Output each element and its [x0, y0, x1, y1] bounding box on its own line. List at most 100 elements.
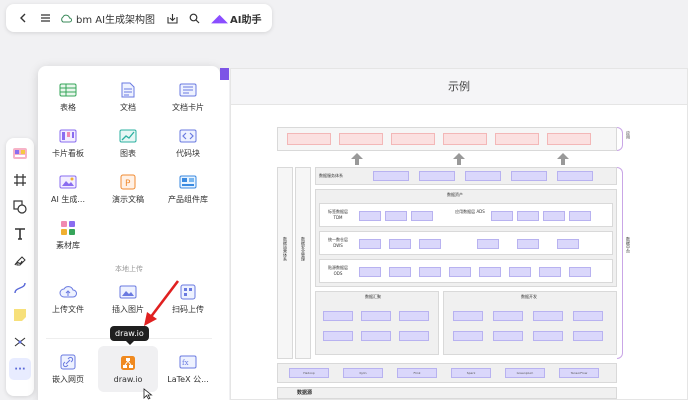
- insert-drawio-label: draw.io: [113, 374, 143, 384]
- insert-table-label: 表格: [60, 102, 76, 112]
- diagram-dev-item: [573, 311, 603, 321]
- diagram-dev-item: [493, 331, 523, 341]
- diagram-asset-item: [569, 267, 591, 277]
- insert-slides[interactable]: P 演示文稿: [98, 166, 158, 212]
- more-tools-button[interactable]: ···: [9, 358, 31, 380]
- drawio-icon: [121, 355, 135, 370]
- upload-file[interactable]: 上传文件: [38, 276, 98, 322]
- diagram-development: [443, 291, 617, 355]
- search-icon: [189, 13, 199, 23]
- search-button[interactable]: [183, 7, 205, 29]
- connector-icon: [14, 282, 26, 294]
- back-button[interactable]: [12, 7, 34, 29]
- text-tool[interactable]: [9, 223, 31, 245]
- diagram-agg-item: [323, 331, 353, 341]
- download-icon: [167, 13, 178, 24]
- diagram-ods-label: 贴源数据层 ODS: [328, 265, 348, 276]
- diagram-asset-item: [477, 239, 499, 249]
- canvas-document[interactable]: 示例 应用 数据运营体系 数据安全管理 数据服务体系 数据资产 标签数据层 TD…: [230, 68, 688, 400]
- insert-latex[interactable]: fx LaTeX 公...: [158, 346, 218, 392]
- diagram-tool-spark: Spark: [451, 368, 491, 378]
- frame-tool[interactable]: [9, 169, 31, 191]
- insert-doc-card-label: 文档卡片: [172, 102, 204, 112]
- diagram-tool-tensorflow: TensorFlow: [559, 368, 599, 378]
- image-icon: [119, 285, 137, 298]
- diagram-ads-label: 应用数据层 ADS: [455, 209, 485, 214]
- material-icon: [61, 220, 75, 235]
- diagram-tool-kylin: Kylin: [343, 368, 383, 378]
- slides-icon: P: [120, 174, 136, 189]
- document-title[interactable]: bm AI生成架构图: [60, 11, 155, 26]
- diagram-security-column: [295, 167, 311, 359]
- insert-drawio[interactable]: draw.io: [98, 346, 158, 392]
- diagram-asset-item: [479, 267, 501, 277]
- chart-icon: [119, 129, 137, 142]
- sticky-note-tool[interactable]: [9, 304, 31, 326]
- download-button[interactable]: [161, 7, 183, 29]
- insert-doc-card[interactable]: 文档卡片: [158, 74, 218, 120]
- doc-icon: [121, 82, 135, 97]
- diagram-service-label: 数据服务体系: [319, 173, 343, 178]
- insert-ai-image[interactable]: AI 生成...: [38, 166, 98, 212]
- diagram-arrow-up-icon: [557, 153, 569, 165]
- insert-chart[interactable]: 图表: [98, 120, 158, 166]
- diagram-tool-greenplum: Greenplum: [505, 368, 545, 378]
- frame-icon: [14, 174, 26, 186]
- diagram-asset-item: [557, 239, 579, 249]
- drawio-tooltip: draw.io: [110, 326, 149, 345]
- cloud-sync-icon: [61, 14, 72, 22]
- diagram-aggregation: [315, 291, 439, 355]
- insert-table[interactable]: 表格: [38, 74, 98, 120]
- mindmap-tool[interactable]: [9, 331, 31, 353]
- top-toolbar: bm AI生成架构图 ◢◣ AI助手: [6, 4, 272, 32]
- insert-code-block[interactable]: 代码块: [158, 120, 218, 166]
- menu-icon: [40, 14, 50, 22]
- upload-cloud-icon: [59, 285, 77, 297]
- embed-webpage[interactable]: 嵌入网页: [38, 346, 98, 392]
- diagram-agg-item: [399, 331, 429, 341]
- upload-file-label: 上传文件: [52, 304, 84, 314]
- diagram-asset-item: [359, 267, 381, 277]
- insert-latex-label: LaTeX 公...: [167, 374, 209, 384]
- diagram-ops-label: 数据运营体系: [283, 237, 288, 261]
- insert-material[interactable]: 素材库: [38, 212, 98, 258]
- diagram-asset-item: [509, 267, 531, 277]
- diagram-service-item: [465, 171, 501, 181]
- insert-doc-label: 文档: [120, 102, 136, 112]
- pen-tool[interactable]: [9, 250, 31, 272]
- diagram-asset-item: [389, 239, 411, 249]
- template-tool[interactable]: [9, 142, 31, 164]
- shape-tool[interactable]: [9, 196, 31, 218]
- diagram-asset-item: [359, 239, 381, 249]
- menu-button[interactable]: [34, 7, 56, 29]
- canvas-title: 示例: [231, 69, 687, 105]
- diagram-ops-column: [277, 167, 293, 359]
- insert-doc[interactable]: 文档: [98, 74, 158, 120]
- qr-icon: [180, 284, 196, 299]
- insert-component-lib[interactable]: 产品组件库: [158, 166, 218, 212]
- diagram-development-label: 数据开发: [521, 294, 537, 299]
- svg-text:P: P: [125, 179, 131, 189]
- connector-tool[interactable]: [9, 277, 31, 299]
- diagram-agg-item: [361, 331, 391, 341]
- diagram-service-item: [557, 171, 593, 181]
- ai-assistant-button[interactable]: ◢◣ AI助手: [211, 11, 261, 26]
- diagram-asset-item: [517, 211, 539, 221]
- diagram-asset-item: [419, 239, 441, 249]
- diagram-app-item: [339, 133, 383, 145]
- link-icon: [60, 354, 76, 369]
- diagram-agg-item: [361, 311, 391, 321]
- insert-kanban[interactable]: 卡片看板: [38, 120, 98, 166]
- insert-material-label: 素材库: [56, 240, 80, 250]
- diagram-asset-item: [517, 239, 539, 249]
- diagram-asset-item: [419, 267, 441, 277]
- diagram-dev-item: [453, 331, 483, 341]
- diagram-asset-label: 数据资产: [447, 192, 463, 197]
- architecture-diagram[interactable]: 应用 数据运营体系 数据安全管理 数据服务体系 数据资产 标签数据层 TDM 应…: [277, 127, 631, 399]
- mouse-cursor-icon: [143, 388, 153, 400]
- latex-icon: fx: [179, 355, 197, 368]
- diagram-source-label: 数据源: [297, 390, 313, 396]
- insert-code-block-label: 代码块: [176, 148, 200, 158]
- diagram-service-item: [419, 171, 455, 181]
- diagram-tdm-label: 标签数据层 TDM: [328, 209, 348, 220]
